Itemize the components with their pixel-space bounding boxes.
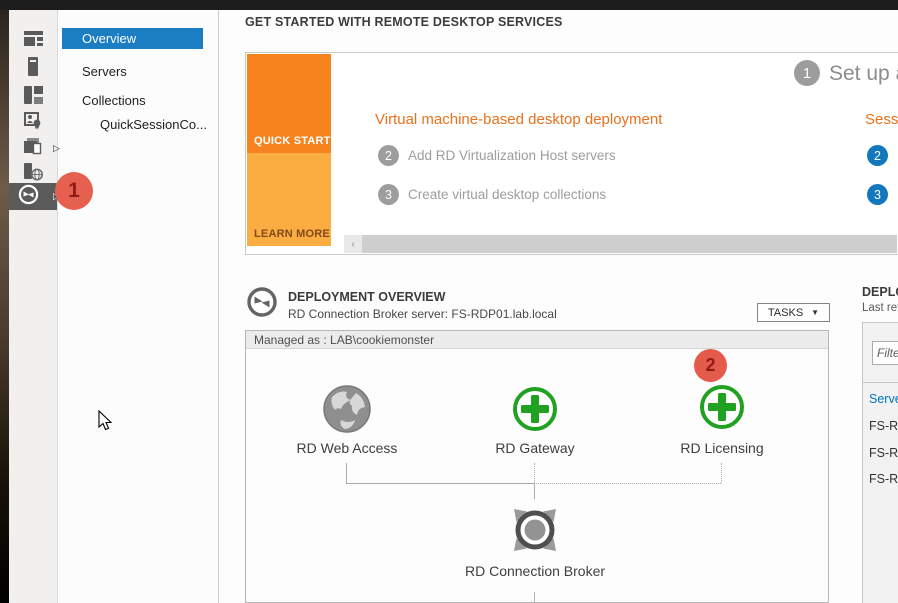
desktop-background-edge [0,10,9,603]
window-titlebar [0,0,898,10]
connector-line [534,483,535,499]
remote-desktop-services-icon [18,184,39,210]
vm-step-3-text[interactable]: Create virtual desktop collections [408,187,606,202]
server-name-column-header[interactable]: Server Name [869,392,898,406]
nav-item-servers[interactable]: Servers [62,61,203,82]
connector-line-dotted [534,463,535,483]
session-step-2-circle: 2 [867,145,888,166]
horizontal-scrollbar[interactable]: ‹ [344,235,897,253]
rd-connection-broker-label[interactable]: RD Connection Broker [455,563,615,579]
scroll-left-button[interactable]: ‹ [344,235,362,253]
dashboard-icon [24,31,43,51]
rd-licensing-add-icon[interactable] [699,384,745,435]
mouse-cursor [98,410,114,437]
filter-input[interactable] [872,341,898,365]
connector-line [346,463,347,483]
tasks-dropdown-button[interactable]: TASKS ▼ [757,303,830,322]
sidebar-item-all-servers[interactable] [9,84,57,110]
get-started-heading: GET STARTED WITH REMOTE DESKTOP SERVICES [245,15,563,29]
deployment-servers-title: DEPLOYMENT SERVERS [862,285,898,299]
scrollbar-thumb[interactable] [362,235,897,253]
expand-arrow-icon[interactable]: ▷ [53,144,60,153]
nav-item-collections[interactable]: Collections [62,90,203,111]
quick-start-panel: QUICK START LEARN MORE 1 Set up a Remote… [245,52,898,255]
file-storage-icon [24,138,42,160]
step-1-title: Set up a Remote Desktop Services deploym… [829,62,898,86]
connector-line [534,592,535,603]
annotation-step-2-badge: 2 [694,349,727,382]
session-step-3-circle: 3 [867,184,888,205]
annotation-step-1-badge: 1 [55,172,93,210]
nav-item-quicksessioncollection[interactable]: QuickSessionCo... [62,114,203,135]
rd-connection-broker-icon[interactable] [508,503,562,562]
connector-line [346,483,534,484]
rd-gateway-add-icon[interactable] [512,386,558,437]
tasks-label: TASKS [768,307,803,319]
vm-deployment-heading[interactable]: Virtual machine-based desktop deployment [375,111,662,128]
dropdown-arrow-icon: ▼ [811,308,819,317]
sidebar-item-dashboard[interactable] [9,28,57,54]
sidebar-item-remote-desktop-services[interactable]: ▷ [9,183,57,210]
rd-web-access-label[interactable]: RD Web Access [280,440,414,456]
divider [863,382,898,383]
local-server-icon [28,57,38,81]
rd-web-access-globe-icon[interactable] [322,384,372,439]
rd-gateway-label[interactable]: RD Gateway [480,440,590,456]
last-refreshed-text: Last refreshed [862,302,898,314]
rd-licensing-label[interactable]: RD Licensing [660,440,784,456]
connection-broker-subtitle: RD Connection Broker server: FS-RDP01.la… [288,307,557,321]
managed-as-header: Managed as : LAB\cookiemonster [246,331,828,349]
learn-more-tab[interactable]: LEARN MORE [247,153,331,246]
quick-start-label: QUICK START [254,135,331,147]
server-manager-window: ▷ ▷ 1 Overview Servers Collections Quick… [0,0,898,603]
vm-step-2-circle: 2 [378,145,399,166]
sidebar-item-local-server[interactable] [9,56,57,82]
step-1-circle: 1 [794,60,820,86]
server-row[interactable]: FS-RDP01 [869,472,898,486]
connector-line-dotted [534,483,721,484]
connector-line-dotted [721,463,722,483]
learn-more-label: LEARN MORE [254,228,330,240]
vm-step-3-circle: 3 [378,184,399,205]
vm-step-2-text[interactable]: Add RD Virtualization Host servers [408,148,616,163]
all-servers-icon [24,86,43,109]
user-certificate-icon [24,112,42,135]
server-row[interactable]: FS-RDP01 [869,419,898,433]
rds-logo-icon [246,286,278,323]
sidebar-item-file-storage[interactable]: ▷ [9,136,57,162]
nav-item-overview[interactable]: Overview [62,28,203,49]
deployment-overview-title: DEPLOYMENT OVERVIEW [288,290,445,304]
server-row[interactable]: FS-RDP01 [869,446,898,460]
quick-start-tab[interactable]: QUICK START [247,54,331,153]
session-deployment-heading[interactable]: Session-based desktop deployment [865,111,898,128]
divider [218,10,219,603]
sidebar-item-ad-ds[interactable] [9,110,57,136]
